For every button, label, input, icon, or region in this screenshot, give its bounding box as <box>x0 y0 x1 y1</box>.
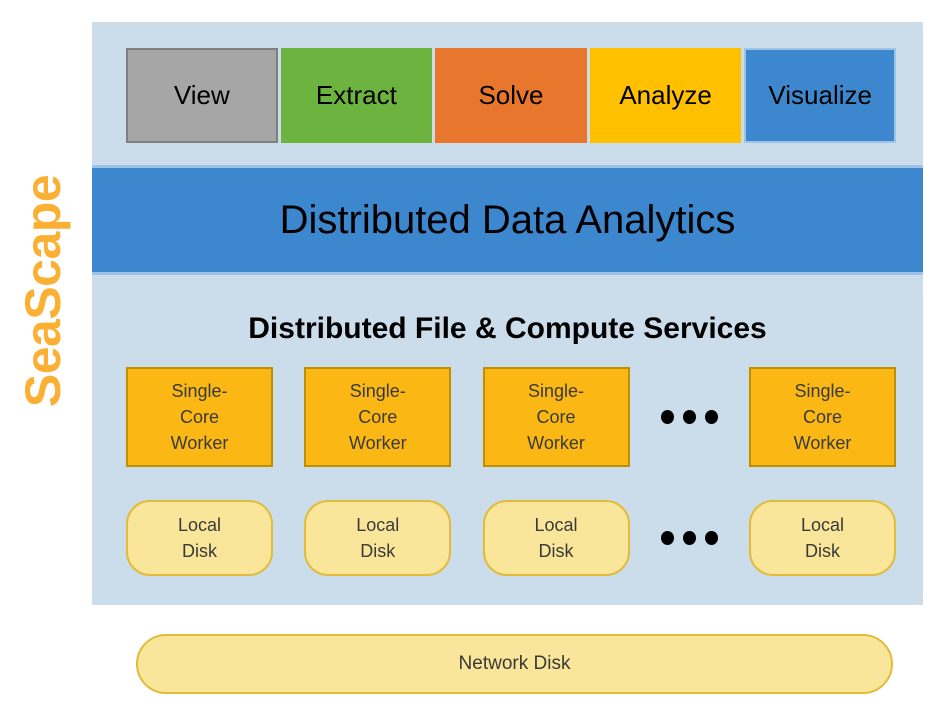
app-box-view[interactable]: View <box>126 48 278 143</box>
distributed-data-analytics-band[interactable]: Distributed Data Analytics <box>92 165 923 275</box>
local-disk-label-line2: Disk <box>805 541 840 561</box>
local-disk-label-line1: Local <box>800 514 845 535</box>
local-disk-ellipsis-icon <box>660 531 718 545</box>
application-row: View Extract Solve Analyze Visualize <box>126 48 896 143</box>
network-disk-box[interactable]: Network Disk <box>136 634 893 694</box>
worker-label-line3: Worker <box>793 433 852 454</box>
app-box-view-label: View <box>173 80 230 110</box>
distributed-data-analytics-label: Distributed Data Analytics <box>279 197 736 242</box>
local-disk-label-line2: Disk <box>538 541 574 561</box>
local-disk-label-line1: Local <box>356 514 400 535</box>
local-disk-box[interactable]: Local Disk <box>126 500 273 576</box>
worker-label-line2: Core <box>358 406 398 427</box>
ellipsis-dot <box>704 410 718 424</box>
worker-label-line3: Worker <box>527 433 585 454</box>
app-box-solve-label: Solve <box>478 80 544 110</box>
worker-row: Single- Core Worker Single- Core Worker … <box>126 367 896 467</box>
local-disk-row: Local Disk Local Disk Local Disk Local D… <box>126 500 896 576</box>
local-disk-box[interactable]: Local Disk <box>749 500 896 576</box>
worker-label-line2: Core <box>536 406 576 427</box>
app-box-solve[interactable]: Solve <box>435 48 587 143</box>
worker-label-line1: Single- <box>527 380 585 401</box>
single-core-worker-box[interactable]: Single- Core Worker <box>482 367 630 467</box>
worker-label-line2: Core <box>179 406 219 427</box>
single-core-worker-box[interactable]: Single- Core Worker <box>749 367 896 467</box>
network-disk-label: Network Disk <box>458 653 571 674</box>
app-box-analyze-label: Analyze <box>619 80 712 110</box>
app-box-extract[interactable]: Extract <box>280 48 433 143</box>
local-disk-box[interactable]: Local Disk <box>482 500 630 576</box>
single-core-worker-box[interactable]: Single- Core Worker <box>126 367 273 467</box>
worker-label-line3: Worker <box>348 433 407 454</box>
local-disk-label-line2: Disk <box>360 541 396 561</box>
single-core-worker-box[interactable]: Single- Core Worker <box>304 367 452 467</box>
local-disk-label-line1: Local <box>177 514 222 535</box>
worker-ellipsis-icon <box>660 410 718 424</box>
ellipsis-dot <box>704 531 718 545</box>
worker-label-line1: Single- <box>349 380 406 401</box>
brand-label-text: SeaScape <box>15 174 71 408</box>
seascape-platform-container: View Extract Solve Analyze Visualize Dis… <box>92 22 923 605</box>
local-disk-box[interactable]: Local Disk <box>304 500 452 576</box>
ellipsis-dot <box>682 531 696 545</box>
app-box-extract-label: Extract <box>315 80 397 110</box>
ellipsis-dot <box>660 410 674 424</box>
worker-label-line1: Single- <box>171 380 228 401</box>
ellipsis-dot <box>682 410 696 424</box>
local-disk-label-line1: Local <box>534 514 578 535</box>
worker-label-line2: Core <box>802 406 842 427</box>
worker-label-line1: Single- <box>794 380 851 401</box>
app-box-visualize[interactable]: Visualize <box>744 48 896 143</box>
app-box-visualize-label: Visualize <box>768 80 872 110</box>
distributed-file-compute-services-heading: Distributed File & Compute Services <box>248 312 767 345</box>
worker-label-line3: Worker <box>170 433 229 454</box>
app-box-analyze[interactable]: Analyze <box>589 48 742 143</box>
local-disk-label-line2: Disk <box>182 541 217 561</box>
brand-label: SeaScape <box>0 160 86 422</box>
ellipsis-dot <box>660 531 674 545</box>
